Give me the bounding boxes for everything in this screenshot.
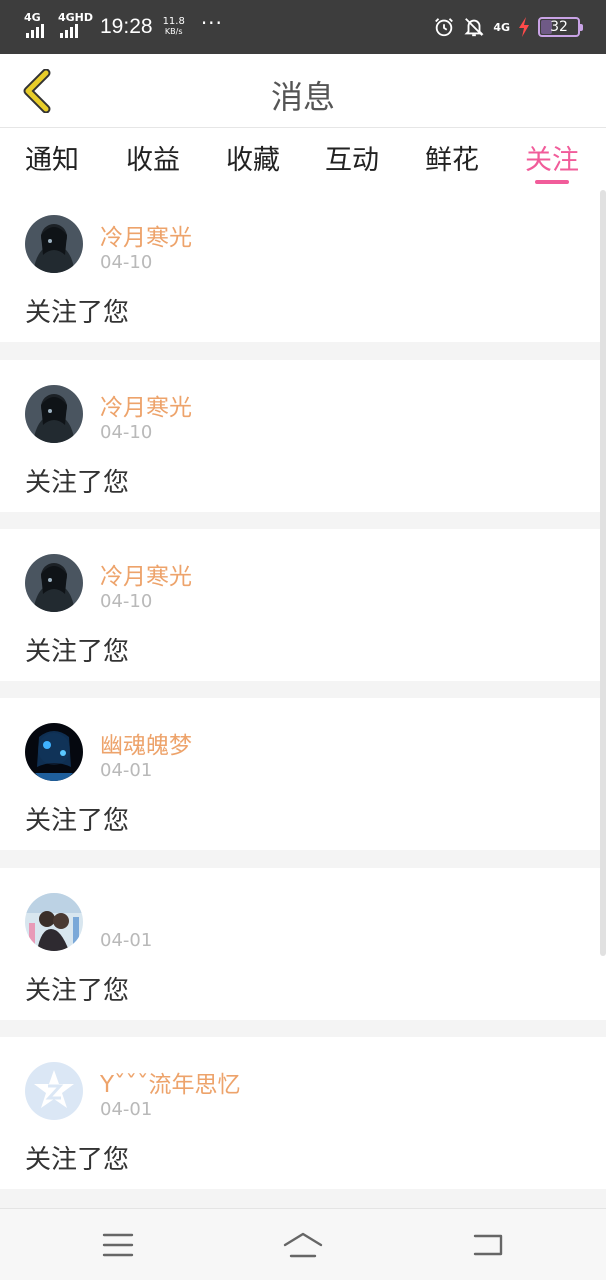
avatar[interactable]	[25, 554, 83, 612]
signal-icon-2: 4GHD	[58, 12, 93, 38]
battery-indicator: 32	[538, 17, 583, 37]
status-bar: 4G 4GHD 19:28 11.8 KB/s ··· 4G 32	[0, 0, 606, 54]
clock: 19:28	[100, 15, 153, 38]
more-notifications-icon: ···	[200, 11, 223, 35]
avatar[interactable]	[25, 893, 83, 951]
back-icon	[473, 1234, 503, 1256]
list-item[interactable]: 04-01 关注了您	[0, 868, 606, 1020]
notification-text: 关注了您	[25, 468, 130, 498]
username[interactable]: 冷月寒光	[100, 388, 192, 422]
scrollbar[interactable]	[600, 190, 606, 956]
menu-button[interactable]	[88, 1223, 148, 1267]
avatar[interactable]	[25, 215, 83, 273]
home-icon	[283, 1232, 323, 1258]
username[interactable]: 冷月寒光	[100, 557, 192, 591]
notification-off-icon	[464, 18, 484, 37]
notification-date: 04-01	[100, 1099, 153, 1120]
status-bar-left: 4G 4GHD 19:28 11.8 KB/s ···	[24, 11, 223, 42]
alarm-icon	[435, 18, 454, 37]
notification-text: 关注了您	[25, 976, 130, 1006]
avatar[interactable]	[25, 723, 83, 781]
notification-text: 关注了您	[25, 806, 130, 836]
tab-flowers[interactable]: 鲜花	[412, 138, 492, 177]
tab-earnings[interactable]: 收益	[113, 138, 193, 177]
network-type-small: 4G	[493, 20, 510, 34]
charging-icon	[519, 17, 529, 37]
list-item[interactable]: 幽魂魄梦 04-01 关注了您	[0, 698, 606, 850]
notification-date: 04-10	[100, 422, 153, 443]
system-navigation-bar	[0, 1208, 606, 1280]
notification-text: 关注了您	[25, 298, 130, 328]
tab-bar: 通知 收益 收藏 互动 鲜花 关注	[0, 128, 606, 190]
notification-date: 04-10	[100, 591, 153, 612]
home-button[interactable]	[273, 1223, 333, 1267]
list-item[interactable]: 冷月寒光 04-10 关注了您	[0, 529, 606, 681]
network-speed-value: 11.8	[162, 16, 185, 27]
notification-text: 关注了您	[25, 637, 130, 667]
network-speed: 11.8 KB/s	[163, 17, 185, 37]
username[interactable]: 幽魂魄梦	[100, 726, 192, 760]
network-speed-unit: KB/s	[164, 27, 183, 36]
list-item[interactable]: 冷月寒光 04-10 关注了您	[0, 360, 606, 512]
notification-date: 04-01	[100, 930, 153, 951]
page-title: 消息	[270, 78, 335, 116]
signal-icon: 4G	[24, 12, 52, 38]
tab-interactions[interactable]: 互动	[312, 138, 392, 177]
active-tab-indicator	[535, 180, 569, 184]
username[interactable]: 冷月寒光	[100, 218, 192, 252]
title-bar: 消息	[0, 54, 606, 128]
list-item[interactable]: 冷月寒光 04-10 关注了您	[0, 190, 606, 342]
signal-label: 4G	[24, 11, 41, 24]
username[interactable]: Yˇˇˇ流年思忆	[100, 1065, 241, 1099]
list-item[interactable]: Yˇˇˇ流年思忆 04-01 关注了您	[0, 1037, 606, 1189]
battery-level: 32	[550, 19, 568, 35]
status-bar-right: 4G 32	[433, 13, 583, 41]
avatar[interactable]	[25, 1062, 83, 1120]
notification-date: 04-01	[100, 760, 153, 781]
notification-list[interactable]: 冷月寒光 04-10 关注了您 冷月寒光 04-10 关注了您 冷月寒光 04-…	[0, 190, 606, 1208]
notification-text: 关注了您	[25, 1145, 130, 1175]
menu-icon	[102, 1233, 134, 1257]
avatar[interactable]	[25, 385, 83, 443]
back-nav-button[interactable]	[458, 1223, 518, 1267]
tab-following[interactable]: 关注	[512, 138, 592, 177]
notification-date: 04-10	[100, 252, 153, 273]
tab-favorites[interactable]: 收藏	[213, 138, 293, 177]
signal-label-2: 4GHD	[58, 11, 94, 24]
tab-notifications[interactable]: 通知	[12, 138, 92, 177]
